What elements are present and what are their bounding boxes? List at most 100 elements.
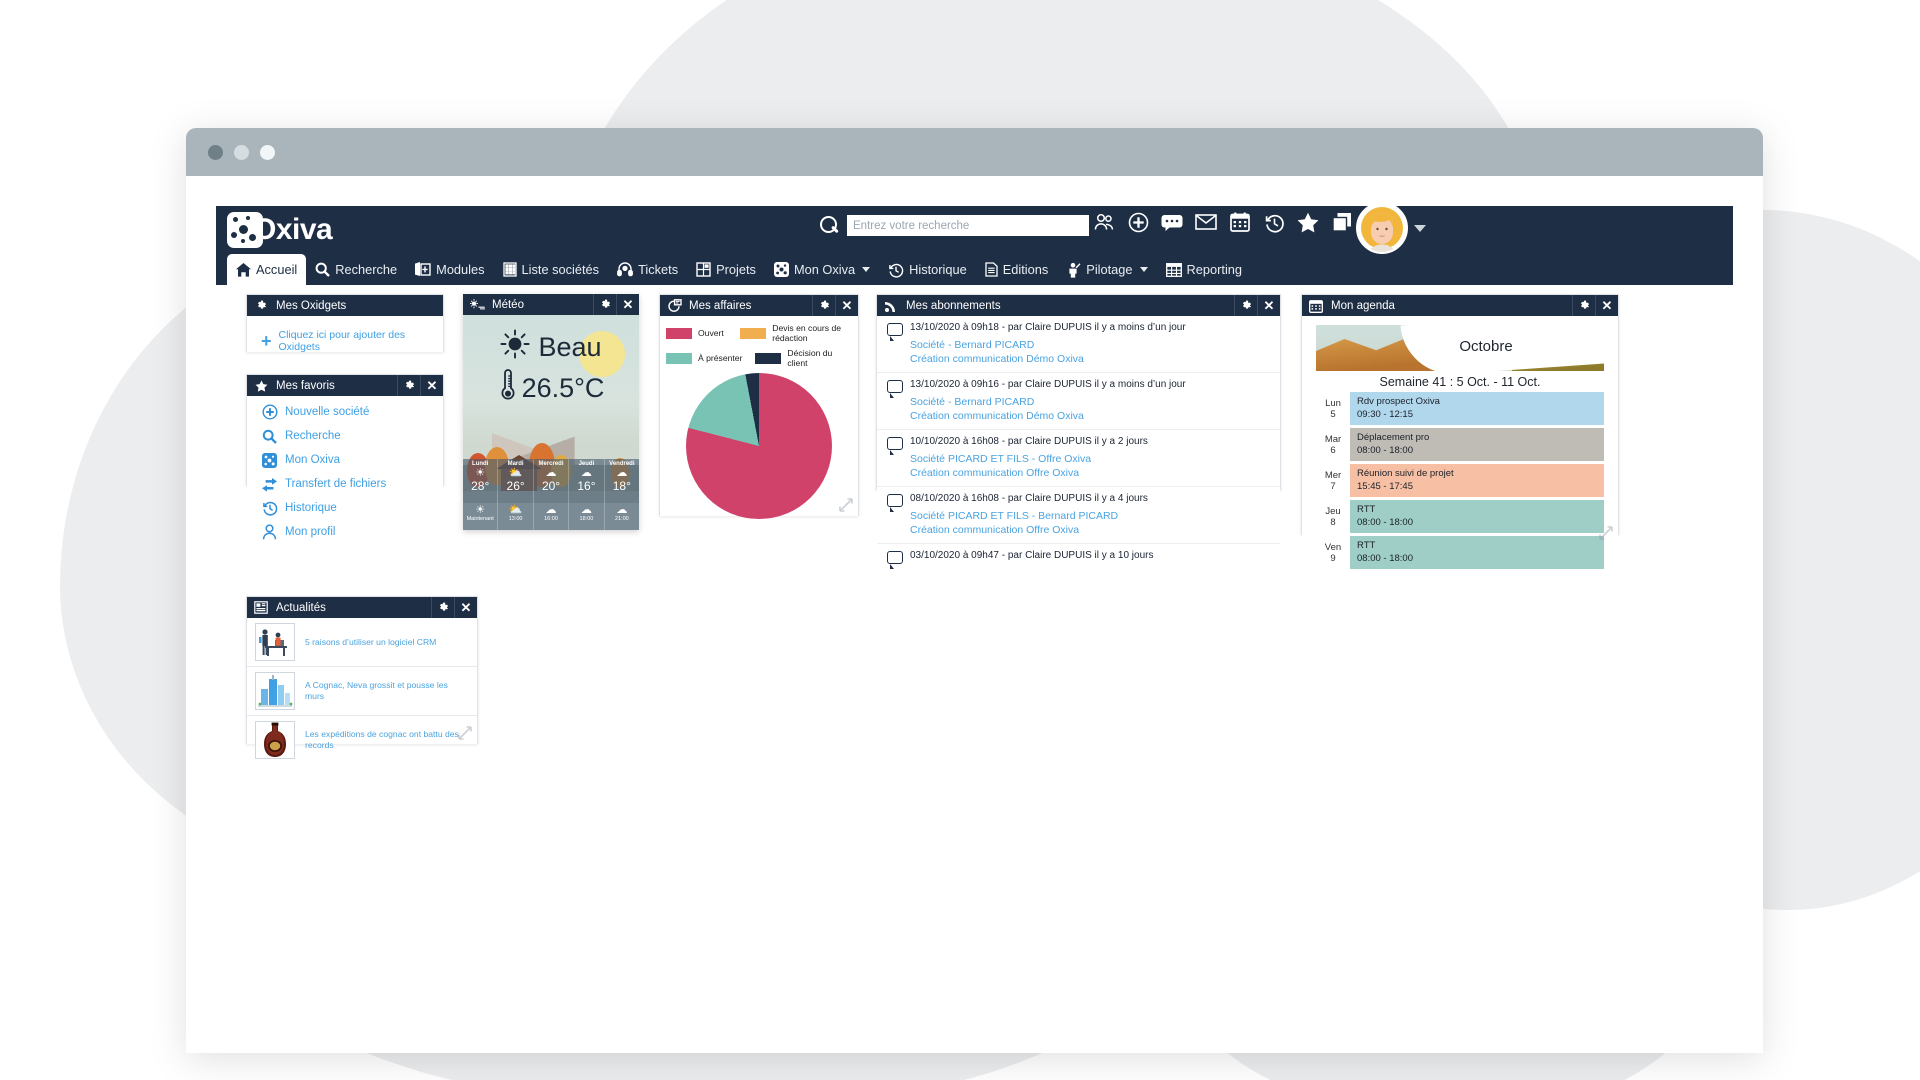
brand-name: Oxiva <box>253 213 333 246</box>
pie-chart[interactable] <box>686 373 832 519</box>
close-dot[interactable] <box>208 144 223 160</box>
legend-item-decision[interactable]: Décision du client <box>755 348 852 368</box>
legend-item-devis[interactable]: Devis en cours de rédaction <box>740 323 852 343</box>
favorite-item-recherche[interactable]: Recherche <box>247 424 443 448</box>
agenda-event[interactable]: Rdv prospect Oxiva 09:30 - 12:15 <box>1350 392 1604 425</box>
mail-icon[interactable] <box>1195 211 1217 233</box>
minimize-dot[interactable] <box>234 144 249 160</box>
chevron-down-icon[interactable] <box>1139 267 1148 272</box>
widget-close-button[interactable]: ✕ <box>420 375 443 396</box>
subscription-link[interactable]: Création communication Démo Oxiva <box>910 409 1280 423</box>
maximize-dot[interactable] <box>260 144 275 160</box>
calendar-icon[interactable] <box>1229 211 1251 233</box>
favorite-item-mon-oxiva[interactable]: Mon Oxiva <box>247 448 443 472</box>
agenda-row[interactable]: Lun 5 Rdv prospect Oxiva 09:30 - 12:15 <box>1316 392 1604 425</box>
resize-grip-icon[interactable] <box>1599 526 1613 540</box>
widget-settings-button[interactable] <box>1572 295 1595 316</box>
nav-item-editions[interactable]: Editions <box>976 254 1058 285</box>
widget-header: Mes favoris ✕ <box>247 375 443 396</box>
widget-close-button[interactable]: ✕ <box>454 597 477 618</box>
agenda-row[interactable]: Jeu 8 RTT 08:00 - 18:00 <box>1316 500 1604 533</box>
history-icon[interactable] <box>1263 211 1285 233</box>
subscription-link[interactable]: Création communication Démo Oxiva <box>910 352 1280 366</box>
widget-settings-button[interactable] <box>431 597 454 618</box>
nav-item-pilotage[interactable]: Pilotage <box>1057 254 1156 285</box>
widget-settings-button[interactable] <box>1234 295 1257 316</box>
legend-item-ouvert[interactable]: Ouvert <box>666 327 740 339</box>
agenda-event[interactable]: RTT 08:00 - 18:00 <box>1350 500 1604 533</box>
subscription-link[interactable]: Création communication Offre Oxiva <box>910 466 1280 480</box>
subscription-item[interactable]: 13/10/2020 à 09h18 - par Claire DUPUIS i… <box>877 316 1280 373</box>
nav-item-modules[interactable]: Modules <box>406 254 493 285</box>
subscription-link[interactable]: Création communication Offre Oxiva <box>910 523 1280 537</box>
favorite-item-historique[interactable]: Historique <box>247 496 443 520</box>
search-icon[interactable] <box>820 216 839 235</box>
subscription-item[interactable]: 03/10/2020 à 09h47 - par Claire DUPUIS i… <box>877 544 1280 573</box>
widget-close-button[interactable]: ✕ <box>1595 295 1618 316</box>
nav-item-liste-societes[interactable]: Liste sociétés <box>494 254 609 285</box>
subscription-meta: 08/10/2020 à 16h08 - par Claire DUPUIS i… <box>910 493 1148 504</box>
widget-settings-button[interactable] <box>593 294 616 315</box>
nav-item-recherche[interactable]: Recherche <box>306 254 406 285</box>
subscription-link[interactable]: Société PICARD ET FILS - Offre Oxiva <box>910 452 1280 466</box>
legend-item-a-presenter[interactable]: À présenter <box>666 352 755 364</box>
news-item[interactable]: A Cognac, Neva grossit et pousse les mur… <box>247 667 477 716</box>
favorite-item-nouvelle-societe[interactable]: Nouvelle société <box>247 400 443 424</box>
favorite-item-mon-profil[interactable]: Mon profil <box>247 520 443 544</box>
nav-item-tickets[interactable]: Tickets <box>608 254 687 285</box>
widget-body: Ouvert Devis en cours de rédaction À pré… <box>660 316 858 519</box>
forecast-day-temp: 16° <box>577 479 596 493</box>
news-item[interactable]: 5 raisons d’utiliser un logiciel CRM <box>247 618 477 667</box>
subscription-item[interactable]: 10/10/2020 à 16h08 - par Claire DUPUIS i… <box>877 430 1280 487</box>
nav-item-reporting[interactable]: Reporting <box>1157 254 1252 285</box>
main-navigation: Accueil Recherche Modules Liste sociétés… <box>216 254 1733 285</box>
news-title[interactable]: A Cognac, Neva grossit et pousse les mur… <box>305 680 469 702</box>
agenda-row[interactable]: Ven 9 RTT 08:00 - 18:00 <box>1316 536 1604 569</box>
subscription-item[interactable]: 13/10/2020 à 09h16 - par Claire DUPUIS i… <box>877 373 1280 430</box>
news-title[interactable]: Les expéditions de cognac ont battu des … <box>305 729 469 751</box>
thermometer-icon <box>498 368 518 409</box>
forecast-hour-label: 13:00 <box>508 516 523 522</box>
nav-item-mon-oxiva[interactable]: Mon Oxiva <box>765 254 879 285</box>
resize-grip-icon[interactable] <box>839 498 853 512</box>
weather-condition: Beau <box>463 329 639 366</box>
nav-item-projets[interactable]: Projets <box>687 254 765 285</box>
contacts-icon[interactable] <box>1093 211 1115 233</box>
agenda-event[interactable]: RTT 08:00 - 18:00 <box>1350 536 1604 569</box>
widget-close-button[interactable]: ✕ <box>616 294 639 315</box>
agenda-event-title: Réunion suivi de projet <box>1357 468 1454 479</box>
copy-icon[interactable] <box>1331 211 1353 233</box>
widget-close-button[interactable]: ✕ <box>835 295 858 316</box>
agenda-event[interactable]: Réunion suivi de projet 15:45 - 17:45 <box>1350 464 1604 497</box>
widget-settings-button[interactable] <box>397 375 420 396</box>
add-icon[interactable] <box>1127 211 1149 233</box>
subscription-meta: 13/10/2020 à 09h18 - par Claire DUPUIS i… <box>910 322 1186 333</box>
chevron-down-icon[interactable] <box>1414 224 1426 232</box>
user-menu[interactable] <box>1356 202 1426 254</box>
favorite-item-transfert-de-fichiers[interactable]: Transfert de fichiers <box>247 472 443 496</box>
widget-close-button[interactable]: ✕ <box>1257 295 1280 316</box>
add-oxidgets-link[interactable]: + Cliquez ici pour ajouter des Oxidgets <box>247 316 443 353</box>
history-icon <box>261 500 278 517</box>
nav-item-historique[interactable]: Historique <box>879 254 976 285</box>
subscription-link[interactable]: Société - Bernard PICARD <box>910 395 1280 409</box>
widget-settings-button[interactable] <box>812 295 835 316</box>
news-title[interactable]: 5 raisons d’utiliser un logiciel CRM <box>305 637 436 648</box>
subscription-item[interactable]: 08/10/2020 à 16h08 - par Claire DUPUIS i… <box>877 487 1280 544</box>
nav-item-accueil[interactable]: Accueil <box>227 254 307 285</box>
favorites-star-icon[interactable] <box>1297 211 1319 233</box>
avatar[interactable] <box>1356 202 1408 254</box>
search-input[interactable] <box>847 215 1089 236</box>
agenda-row[interactable]: Mer 7 Réunion suivi de projet 15:45 - 17… <box>1316 464 1604 497</box>
resize-grip-icon[interactable] <box>458 726 472 740</box>
brand-logo[interactable]: Oxiva <box>216 212 333 248</box>
chat-icon[interactable] <box>1161 211 1183 233</box>
subscription-link[interactable]: Société PICARD ET FILS - Bernard PICARD <box>910 509 1280 523</box>
agenda-event-hours: 08:00 - 18:00 <box>1357 553 1413 564</box>
chevron-down-icon[interactable] <box>862 267 871 272</box>
news-item[interactable]: Les expéditions de cognac ont battu des … <box>247 716 477 764</box>
agenda-event-title: RTT <box>1357 540 1376 551</box>
agenda-row[interactable]: Mar 6 Déplacement pro 08:00 - 18:00 <box>1316 428 1604 461</box>
subscription-link[interactable]: Société - Bernard PICARD <box>910 338 1280 352</box>
agenda-event[interactable]: Déplacement pro 08:00 - 18:00 <box>1350 428 1604 461</box>
